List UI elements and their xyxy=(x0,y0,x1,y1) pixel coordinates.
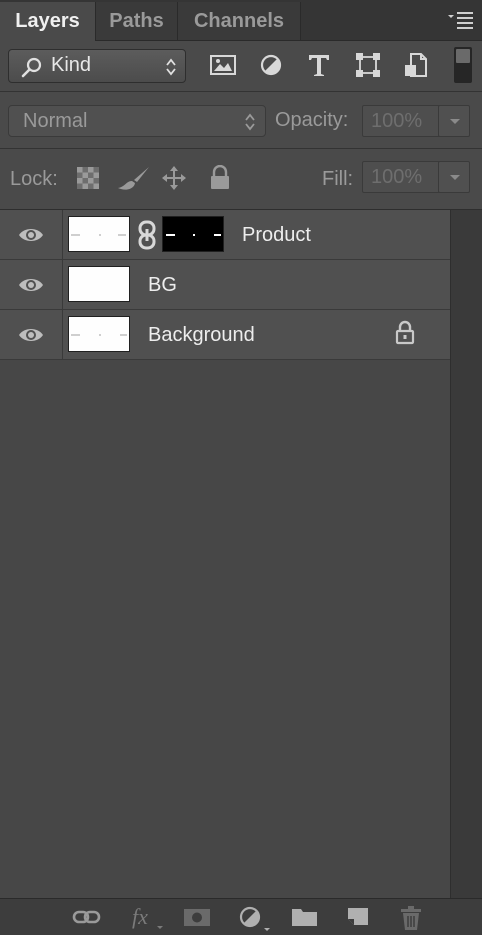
opacity-input[interactable]: 100% xyxy=(362,105,442,137)
search-icon xyxy=(21,57,43,84)
tab-channels[interactable]: Channels xyxy=(178,2,301,40)
bottom-toolbar: fx xyxy=(0,898,482,935)
updown-arrows-icon xyxy=(244,112,256,137)
layer-thumbnail[interactable] xyxy=(68,216,130,252)
blend-mode-select[interactable]: Normal xyxy=(8,105,266,137)
eye-icon xyxy=(19,279,43,291)
fill-input[interactable]: 100% xyxy=(362,161,442,193)
layers-scrollbar[interactable] xyxy=(450,210,482,898)
lock-all-icon[interactable] xyxy=(208,164,234,191)
blend-mode-value: Normal xyxy=(23,110,88,132)
adjustment-layer-icon[interactable] xyxy=(238,905,270,931)
eye-icon xyxy=(19,329,43,341)
svg-text:fx: fx xyxy=(132,905,148,929)
type-filter-icon[interactable] xyxy=(305,51,335,81)
opacity-dropdown-button[interactable] xyxy=(438,105,470,137)
smart-object-filter-icon[interactable] xyxy=(402,51,432,81)
filter-kind-label: Kind xyxy=(51,54,92,76)
filter-row: Kind xyxy=(0,41,482,92)
visibility-toggle[interactable] xyxy=(0,310,63,359)
layer-thumbnail[interactable] xyxy=(68,316,130,352)
lock-label: Lock: xyxy=(10,168,58,190)
fill-dropdown-button[interactable] xyxy=(438,161,470,193)
opacity-label: Opacity: xyxy=(275,109,349,131)
layer-mask-thumbnail[interactable] xyxy=(162,216,224,252)
layer-name[interactable]: BG xyxy=(148,274,177,297)
layers-panel: Layers Paths Channels Kind Normal Opacit… xyxy=(0,0,482,935)
add-mask-icon[interactable] xyxy=(183,905,213,929)
blend-row: Normal Opacity: 100% xyxy=(0,92,482,149)
mask-link-icon xyxy=(138,220,156,250)
new-layer-icon[interactable] xyxy=(346,905,376,929)
lock-image-pixels-icon[interactable] xyxy=(116,165,152,191)
new-group-icon[interactable] xyxy=(290,905,320,929)
link-layers-icon[interactable] xyxy=(72,905,102,929)
filter-kind-select[interactable]: Kind xyxy=(8,49,186,83)
layer-row-product[interactable]: Product xyxy=(0,210,450,260)
lock-row: Lock: Fill: 100% xyxy=(0,149,482,210)
fill-label: Fill: xyxy=(322,168,354,190)
panel-tab-bar: Layers Paths Channels xyxy=(0,0,482,41)
lock-transparent-pixels-icon[interactable] xyxy=(75,165,101,191)
layer-name[interactable]: Background xyxy=(148,324,255,347)
delete-layer-icon[interactable] xyxy=(398,905,428,930)
panel-menu-icon[interactable] xyxy=(448,10,474,30)
visibility-toggle[interactable] xyxy=(0,210,63,259)
tab-paths[interactable]: Paths xyxy=(96,2,178,40)
updown-arrows-icon xyxy=(165,57,177,82)
tab-layers[interactable]: Layers xyxy=(0,2,96,41)
layer-thumbnail[interactable] xyxy=(68,266,130,302)
fx-icon[interactable]: fx xyxy=(130,905,163,929)
shape-filter-icon[interactable] xyxy=(354,51,384,81)
adjustment-filter-icon[interactable] xyxy=(258,51,288,81)
layer-locked-icon xyxy=(395,320,415,345)
image-filter-icon[interactable] xyxy=(209,51,239,81)
layer-name[interactable]: Product xyxy=(242,224,311,247)
filter-toggle-switch[interactable] xyxy=(454,47,472,83)
visibility-toggle[interactable] xyxy=(0,260,63,309)
eye-icon xyxy=(19,229,43,241)
layers-list: Product BG Background xyxy=(0,210,450,898)
layer-row-background[interactable]: Background xyxy=(0,310,450,360)
layer-row-bg[interactable]: BG xyxy=(0,260,450,310)
lock-position-icon[interactable] xyxy=(161,165,187,191)
